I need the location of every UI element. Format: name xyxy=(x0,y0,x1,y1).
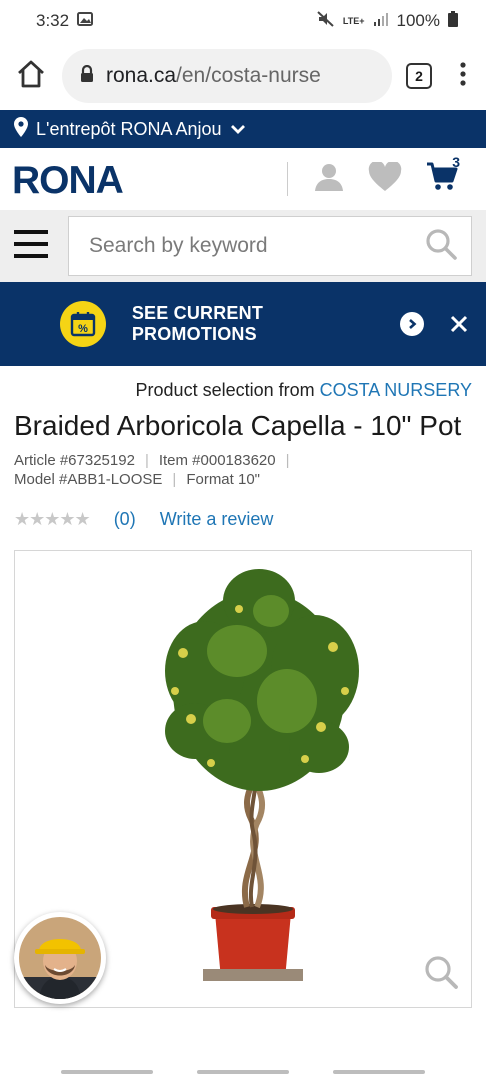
navigation-hint xyxy=(0,1070,486,1074)
product-format: Format 10" xyxy=(186,471,260,488)
wishlist-heart-icon[interactable] xyxy=(368,160,402,197)
nav-hint-bar xyxy=(333,1070,425,1074)
status-bar: 3:32 LTE+ 100% xyxy=(0,0,486,42)
chevron-down-icon xyxy=(230,119,246,140)
item-number: Item #000183620 xyxy=(158,452,276,469)
more-menu-icon[interactable] xyxy=(446,61,472,91)
url-domain: rona.ca xyxy=(106,64,177,87)
rating-row: ★★★★★ (0) Write a review xyxy=(0,489,486,530)
lock-icon xyxy=(80,64,94,88)
logo-text: RONA xyxy=(12,161,124,197)
nav-hint-bar xyxy=(61,1070,153,1074)
product-title: Braided Arboricola Capella - 10" Pot xyxy=(14,410,462,441)
article-number: Article #67325192 xyxy=(14,452,135,469)
seller-prefix: Product selection from xyxy=(135,380,315,400)
url-path: /en/costa-nurse xyxy=(176,64,321,87)
address-bar[interactable]: rona.ca/en/costa-nurse xyxy=(62,49,392,103)
seller-line: Product selection from COSTA NURSERY xyxy=(0,366,486,401)
battery-icon xyxy=(448,10,458,32)
promo-label: SEE CURRENT PROMOTIONS xyxy=(131,303,264,344)
write-review-link[interactable]: Write a review xyxy=(160,509,274,530)
mute-icon xyxy=(317,10,335,32)
promo-calendar-icon: % xyxy=(60,301,106,347)
account-icon[interactable] xyxy=(314,162,344,197)
status-time: 3:32 xyxy=(36,11,70,30)
store-selector[interactable]: L'entrepôt RONA Anjou xyxy=(0,110,486,148)
browser-toolbar: rona.ca/en/costa-nurse 2 xyxy=(0,42,486,110)
network-label: LTE+ xyxy=(342,15,365,26)
url-text: rona.ca/en/costa-nurse xyxy=(106,64,321,88)
header-divider xyxy=(287,162,288,196)
store-name: L'entrepôt RONA Anjou xyxy=(36,118,222,139)
battery-percent: 100% xyxy=(396,11,440,30)
zoom-icon[interactable] xyxy=(423,954,459,995)
nav-hint-bar xyxy=(197,1070,289,1074)
search-icon[interactable] xyxy=(425,228,457,265)
close-icon[interactable] xyxy=(450,309,468,340)
review-count-link[interactable]: (0) xyxy=(114,509,136,530)
site-header: RONA 3 xyxy=(0,148,486,210)
star-rating: ★★★★★ xyxy=(14,509,91,529)
seller-link[interactable]: COSTA NURSERY xyxy=(320,380,472,400)
home-icon[interactable] xyxy=(14,57,48,96)
promo-banner[interactable]: % SEE CURRENT PROMOTIONS xyxy=(0,282,486,366)
svg-text:%: % xyxy=(78,323,88,335)
search-box xyxy=(68,216,472,276)
hamburger-menu-icon[interactable] xyxy=(14,229,48,264)
chat-advisor-avatar[interactable] xyxy=(14,912,106,1004)
avatar xyxy=(19,917,101,999)
product-meta: Article #67325192 | Item #000183620 | Model… xyxy=(14,452,290,488)
model-number: Model #ABB1-LOOSE xyxy=(14,471,163,488)
tab-switcher-button[interactable]: 2 xyxy=(406,63,432,89)
rona-logo[interactable]: RONA xyxy=(12,161,172,197)
search-input[interactable] xyxy=(89,234,425,258)
search-bar-row xyxy=(0,210,486,282)
cart-count-badge: 3 xyxy=(452,154,460,170)
chevron-right-icon xyxy=(400,312,424,336)
signal-icon xyxy=(373,11,389,31)
location-pin-icon xyxy=(14,116,28,142)
gallery-icon xyxy=(77,11,94,31)
